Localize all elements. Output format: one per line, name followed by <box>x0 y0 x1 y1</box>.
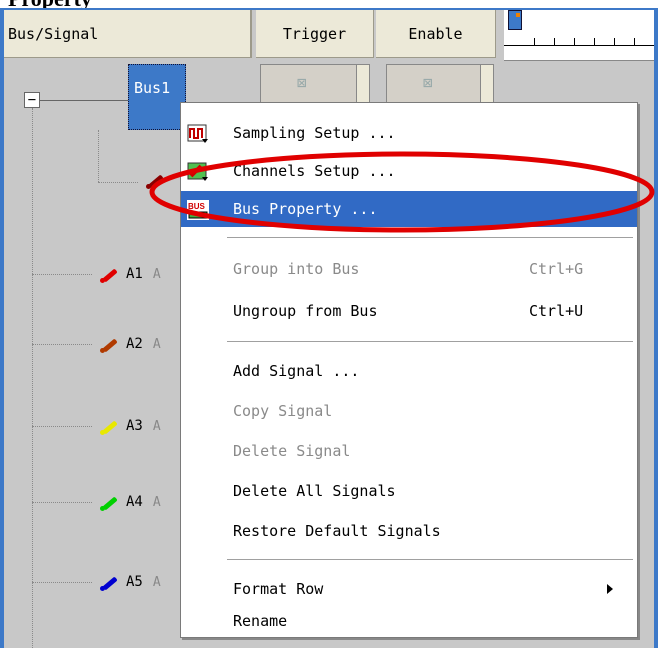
menu-item-label: Sampling Setup ... <box>233 124 396 142</box>
menu-item-rename[interactable]: Rename <box>181 603 637 639</box>
tree-guide-line <box>40 100 128 101</box>
menu-item-label: Delete All Signals <box>233 482 396 500</box>
tree-guide-line <box>32 108 33 648</box>
signal-alias: A <box>152 266 161 282</box>
signal-alias: A <box>152 494 161 510</box>
probe-icon <box>100 493 118 511</box>
tree-guide-line <box>32 344 92 345</box>
menu-separator <box>227 237 633 238</box>
menu-item-label: Group into Bus <box>233 260 360 278</box>
signal-name: A1 <box>126 266 143 282</box>
signal-row-a1[interactable]: A1 A <box>100 262 161 286</box>
tree-guide-line <box>32 502 92 503</box>
signal-name: A3 <box>126 418 143 434</box>
signal-row-a4[interactable]: A4 A <box>100 490 161 514</box>
menu-item-bus-property[interactable]: BUS Bus Property ... <box>181 191 637 227</box>
tree-guide-line <box>32 582 92 583</box>
probe-icon <box>100 417 118 435</box>
signal-row-a3[interactable]: A3 A <box>100 414 161 438</box>
signal-alias: A <box>152 418 161 434</box>
context-menu: Sampling Setup ... Channels Setup ... BU… <box>180 102 638 638</box>
menu-item-shortcut: Ctrl+G <box>529 260 584 278</box>
probe-icon <box>100 265 118 283</box>
timeline-ruler[interactable] <box>504 10 654 61</box>
tree-guide-line <box>98 182 138 183</box>
menu-item-group-into-bus[interactable]: Group into Bus Ctrl+G <box>181 251 637 287</box>
menu-item-format-row[interactable]: Format Row <box>181 571 637 607</box>
menu-item-label: Bus Property ... <box>233 200 378 218</box>
column-header-trigger[interactable]: Trigger <box>256 10 374 58</box>
menu-item-label: Copy Signal <box>233 402 333 420</box>
submenu-arrow-icon <box>607 584 613 594</box>
hidden-signal-row[interactable] <box>146 168 172 192</box>
page-caption-text: Property <box>8 0 92 11</box>
bus-node-label[interactable]: Bus1 <box>128 64 186 130</box>
menu-item-shortcut: Ctrl+U <box>529 302 584 320</box>
menu-separator <box>227 559 633 560</box>
empty-condition-icon: ⊠ <box>297 73 307 92</box>
menu-item-label: Channels Setup ... <box>233 162 396 180</box>
sampling-icon <box>187 124 208 143</box>
menu-item-channels-setup[interactable]: Channels Setup ... <box>181 153 637 189</box>
menu-separator <box>227 341 633 342</box>
collapse-toggle[interactable]: − <box>24 92 40 108</box>
menu-item-restore-default-signals[interactable]: Restore Default Signals <box>181 513 637 549</box>
cursor-marker-icon[interactable] <box>508 10 522 30</box>
signal-name: A4 <box>126 494 143 510</box>
empty-condition-icon: ⊠ <box>423 73 433 92</box>
signal-name: A2 <box>126 336 143 352</box>
channels-icon <box>187 162 208 181</box>
menu-item-delete-signal[interactable]: Delete Signal <box>181 433 637 469</box>
ruler-baseline <box>504 45 654 46</box>
menu-item-copy-signal[interactable]: Copy Signal <box>181 393 637 429</box>
column-header-enable[interactable]: Enable <box>376 10 496 58</box>
probe-icon <box>100 335 118 353</box>
probe-icon <box>100 573 118 591</box>
signal-name: A5 <box>126 574 143 590</box>
column-header-bus-signal[interactable]: Bus/Signal <box>4 10 252 58</box>
menu-item-sampling-setup[interactable]: Sampling Setup ... <box>181 115 637 151</box>
tree-guide-line <box>32 274 92 275</box>
probe-icon <box>146 171 164 189</box>
menu-item-label: Add Signal ... <box>233 362 360 380</box>
menu-item-label: Ungroup from Bus <box>233 302 378 320</box>
menu-item-ungroup-from-bus[interactable]: Ungroup from Bus Ctrl+U <box>181 293 637 329</box>
menu-item-label: Delete Signal <box>233 442 351 460</box>
menu-item-label: Rename <box>233 612 288 630</box>
signal-row-a2[interactable]: A2 A <box>100 332 161 356</box>
signal-alias: A <box>152 574 161 590</box>
menu-item-label: Restore Default Signals <box>233 522 441 540</box>
bus-icon: BUS <box>187 200 209 220</box>
tree-guide-line <box>98 130 99 182</box>
menu-item-delete-all-signals[interactable]: Delete All Signals <box>181 473 637 509</box>
signal-row-a5[interactable]: A5 A <box>100 570 161 594</box>
menu-item-label: Format Row <box>233 580 324 598</box>
menu-item-add-signal[interactable]: Add Signal ... <box>181 353 637 389</box>
tree-guide-line <box>32 426 92 427</box>
signal-alias: A <box>152 336 161 352</box>
svg-text:BUS: BUS <box>188 202 206 211</box>
